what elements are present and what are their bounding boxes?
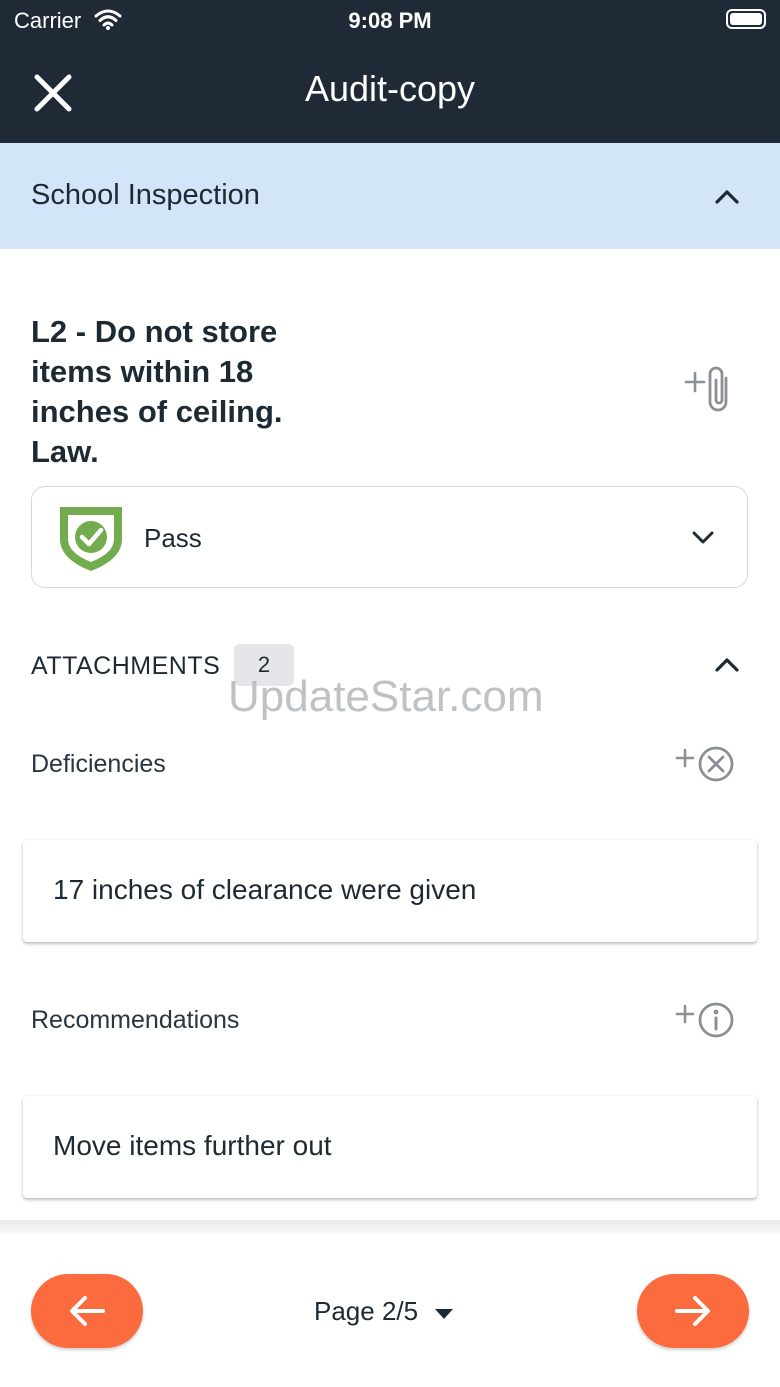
previous-page-button[interactable]: [31, 1274, 143, 1348]
nav-bar: Audit-copy: [0, 40, 780, 143]
arrow-right-icon: [675, 1296, 710, 1326]
recommendations-label: Recommendations: [31, 1006, 240, 1034]
status-bar: Carrier 9:08 PM: [0, 0, 780, 40]
section-title: School Inspection: [31, 179, 260, 211]
chevron-down-icon: [692, 531, 714, 544]
recommendation-text: Move items further out: [53, 1130, 332, 1161]
arrow-left-icon: [70, 1296, 105, 1326]
section-header-school-inspection[interactable]: School Inspection: [0, 143, 780, 249]
page-title: Audit-copy: [304, 68, 476, 109]
add-recommendation-icon[interactable]: [674, 998, 738, 1042]
result-dropdown[interactable]: Pass: [31, 486, 748, 588]
question-title: L2 - Do not store items within 18 inches…: [31, 314, 283, 469]
page-indicator[interactable]: Page 2/5: [314, 1296, 418, 1327]
add-attachment-icon[interactable]: [684, 364, 740, 416]
attachments-label: ATTACHMENTS: [31, 652, 221, 680]
deficiencies-label: Deficiencies: [31, 750, 166, 778]
battery-icon: [726, 9, 766, 29]
recommendation-card[interactable]: Move items further out: [23, 1096, 757, 1198]
footer-nav: Page 2/5: [0, 1234, 780, 1387]
clock: 9:08 PM: [348, 8, 432, 33]
deficiency-card[interactable]: 17 inches of clearance were given: [23, 840, 757, 942]
result-value: Pass: [144, 523, 202, 553]
chevron-up-icon[interactable]: [713, 656, 741, 674]
add-deficiency-icon[interactable]: [674, 742, 738, 786]
shield-check-icon: [60, 507, 122, 571]
deficiency-text: 17 inches of clearance were given: [53, 874, 477, 905]
caret-down-icon[interactable]: [434, 1308, 454, 1320]
footer-divider: [0, 1220, 780, 1234]
watermark: UpdateStar.com: [228, 672, 544, 721]
next-page-button[interactable]: [637, 1274, 749, 1348]
chevron-up-icon[interactable]: [713, 188, 741, 206]
